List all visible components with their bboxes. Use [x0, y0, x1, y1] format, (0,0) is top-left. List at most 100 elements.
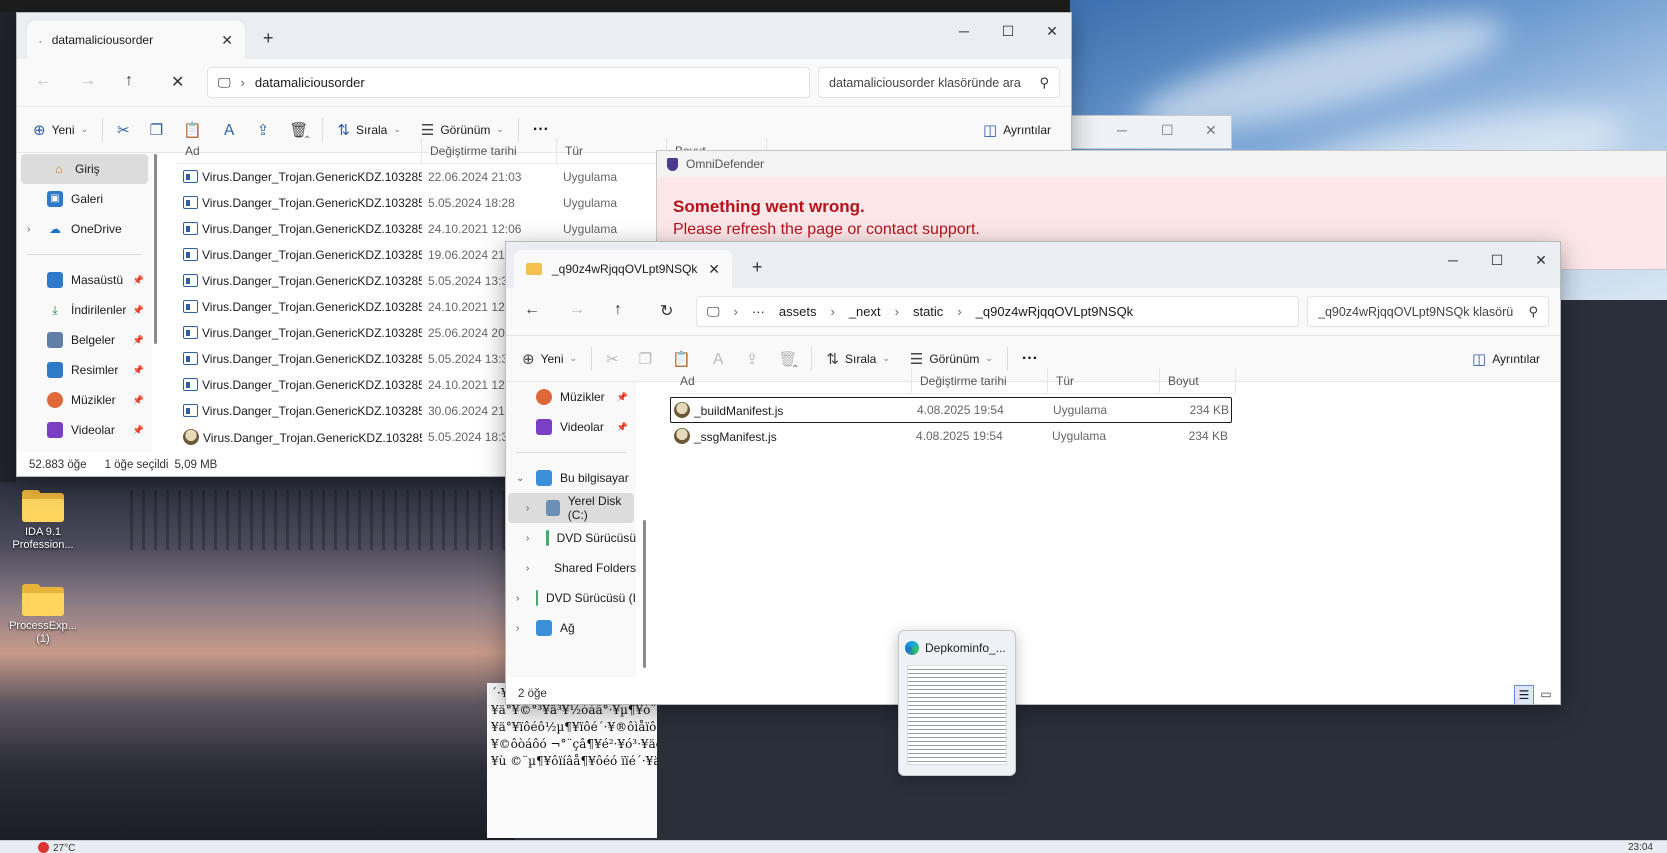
more-button[interactable]: ···: [1012, 350, 1048, 368]
table-row[interactable]: _ssgManifest.js 4.08.2025 19:54 Uygulama…: [670, 423, 1232, 449]
chevron-down-icon: ⌄: [985, 353, 993, 363]
tiles-view-icon[interactable]: ▭: [1536, 685, 1556, 704]
sidebar-item-indirilenler[interactable]: ⤓ İndirilenler 📌: [17, 295, 152, 325]
sort-button[interactable]: ⇅ Sırala ⌄: [816, 350, 899, 368]
sidebar-item-onedrive[interactable]: › ☁ OneDrive: [17, 214, 152, 244]
sidebar-item-masaustu[interactable]: Masaüstü 📌: [17, 265, 152, 295]
taskbar-clock[interactable]: 23:04: [1628, 842, 1653, 853]
tree-item-bu-bilgisayar[interactable]: ⌄ Bu bilgisayar: [506, 463, 636, 493]
breadcrumb-folder[interactable]: _q90z4wRjqqOVLpt9NSQk: [976, 304, 1134, 319]
close-icon[interactable]: ✕: [1205, 122, 1217, 139]
sidebar-item-videolar[interactable]: Videolar 📌: [17, 415, 152, 445]
sidebar-item-galeri[interactable]: ▣ Galeri: [17, 184, 152, 214]
search-input[interactable]: datamaliciousorder klasöründe ara ⚲: [818, 67, 1060, 98]
path-box[interactable]: 🖵 › datamaliciousorder: [207, 67, 810, 98]
maximize-icon[interactable]: ☐: [1161, 122, 1174, 139]
view-button[interactable]: ☰ Görünüm ⌄: [411, 121, 514, 139]
breadcrumb-assets[interactable]: assets: [779, 304, 817, 319]
new-tab-icon[interactable]: +: [752, 257, 763, 278]
sidebar-scrollbar[interactable]: [154, 154, 157, 344]
tree-item-ag[interactable]: › Ağ: [506, 613, 636, 643]
view-button[interactable]: ☰ Görünüm ⌄: [900, 350, 1003, 368]
paste-button[interactable]: 📋: [173, 121, 212, 139]
pc-icon: 🖵: [218, 74, 231, 90]
sidebar-item-muzikler[interactable]: Müzikler 📌: [506, 382, 636, 412]
delete-button[interactable]: 🗑: [768, 350, 807, 368]
tab-datamaliciousorder[interactable]: ⸳ datamaliciousorder ✕: [27, 21, 245, 59]
tree-item-dvd-i[interactable]: › DVD Sürücüsü (I: [506, 583, 636, 613]
cut-button[interactable]: ✂: [107, 121, 140, 139]
sidebar-item-videolar[interactable]: Videolar 📌: [506, 412, 636, 442]
more-button[interactable]: ···: [523, 121, 559, 139]
minimize-icon[interactable]: ─: [1431, 252, 1475, 269]
minimize-icon[interactable]: ─: [1117, 122, 1127, 138]
column-type[interactable]: Tür: [557, 137, 667, 164]
stop-icon[interactable]: ✕: [171, 72, 184, 92]
chevron-down-icon[interactable]: ⌄: [516, 473, 524, 484]
tree-item-yerel-disk[interactable]: › Yerel Disk (C:): [508, 493, 634, 523]
table-row[interactable]: _buildManifest.js 4.08.2025 19:54 Uygula…: [670, 397, 1232, 423]
copy-button[interactable]: ❐: [140, 121, 173, 139]
column-type[interactable]: Tür: [1048, 367, 1160, 394]
rename-button[interactable]: Ａ: [701, 348, 736, 369]
maximize-icon[interactable]: ☐: [986, 23, 1030, 40]
maximize-icon[interactable]: ☐: [1475, 252, 1519, 269]
chevron-right-icon[interactable]: ›: [526, 533, 529, 544]
up-icon[interactable]: ↑: [614, 301, 622, 319]
close-icon[interactable]: ✕: [1030, 23, 1071, 40]
paste-button[interactable]: 📋: [662, 350, 701, 368]
breadcrumb-folder[interactable]: datamaliciousorder: [255, 75, 365, 90]
forward-icon[interactable]: →: [80, 72, 96, 90]
column-name[interactable]: Ad: [177, 137, 422, 164]
omnidefender-title-bar: OmniDefender: [657, 151, 1666, 177]
selection-count: 1 öğe seçildi: [104, 459, 169, 471]
share-button[interactable]: ⇪: [736, 350, 769, 368]
up-icon[interactable]: ↑: [125, 72, 133, 90]
sort-icon: ⇅: [826, 350, 839, 368]
taskbar-thumbnail-preview[interactable]: Depkominfo_...: [898, 630, 1016, 776]
column-date[interactable]: Değiştirme tarihi: [422, 137, 557, 164]
sidebar-item-resimler[interactable]: Resimler 📌: [17, 355, 152, 385]
share-button[interactable]: ⇪: [247, 121, 280, 139]
details-button[interactable]: ◫ Ayrıntılar: [1462, 350, 1560, 368]
cut-button[interactable]: ✂: [596, 350, 629, 368]
forward-icon[interactable]: →: [569, 301, 585, 319]
tab-q90z4w[interactable]: _q90z4wRjqqOVLpt9NSQk ✕: [514, 250, 732, 288]
details-view-icon[interactable]: ☰: [1514, 685, 1534, 704]
close-icon[interactable]: ✕: [1519, 252, 1560, 269]
desktop-icon-processexp[interactable]: ProcessExp... (1): [3, 584, 83, 646]
close-tab-icon[interactable]: ✕: [708, 261, 720, 278]
breadcrumb-overflow[interactable]: ···: [752, 304, 765, 319]
new-button[interactable]: ⊕ Yeni ⌄: [17, 121, 98, 139]
refresh-icon[interactable]: ↻: [660, 301, 673, 321]
column-size[interactable]: Boyut: [1160, 367, 1236, 394]
tree-item-dvd[interactable]: › DVD Sürücüsü: [506, 523, 636, 553]
close-tab-icon[interactable]: ✕: [221, 32, 233, 49]
details-button[interactable]: ◫ Ayrıntılar: [973, 121, 1071, 139]
tree-item-shared-folders[interactable]: › Shared Folders: [506, 553, 636, 583]
desktop-icon-ida[interactable]: IDA 9.1 Profession...: [3, 490, 83, 552]
delete-button[interactable]: 🗑: [279, 121, 318, 139]
new-tab-icon[interactable]: +: [263, 28, 274, 49]
minimize-icon[interactable]: ─: [942, 23, 986, 40]
back-icon[interactable]: ←: [35, 72, 51, 90]
sort-button[interactable]: ⇅ Sırala ⌄: [327, 121, 410, 139]
chevron-right-icon[interactable]: ›: [516, 593, 519, 604]
path-box[interactable]: 🖵 › ··· assets › _next › static › _q90z4…: [696, 296, 1299, 327]
breadcrumb-static[interactable]: static: [913, 304, 943, 319]
breadcrumb-next[interactable]: _next: [849, 304, 881, 319]
back-icon[interactable]: ←: [524, 301, 540, 319]
chevron-right-icon[interactable]: ›: [526, 503, 529, 514]
chevron-right-icon[interactable]: ›: [516, 623, 519, 634]
sidebar-scrollbar[interactable]: [643, 520, 646, 668]
column-date[interactable]: Değiştirme tarihi: [912, 367, 1048, 394]
chevron-right-icon[interactable]: ›: [526, 563, 529, 574]
weather-widget[interactable]: 27°C: [38, 842, 75, 853]
sidebar-item-giris[interactable]: ⌂ Giriş: [21, 154, 148, 184]
copy-button[interactable]: ❐: [629, 350, 662, 368]
new-button[interactable]: ⊕ Yeni ⌄: [506, 350, 587, 368]
sidebar-item-belgeler[interactable]: Belgeler 📌: [17, 325, 152, 355]
sidebar-item-muzikler[interactable]: Müzikler 📌: [17, 385, 152, 415]
chevron-right-icon[interactable]: ›: [27, 224, 30, 235]
search-input[interactable]: _q90z4wRjqqOVLpt9NSQk klasöründe ara ⚲: [1307, 296, 1549, 327]
